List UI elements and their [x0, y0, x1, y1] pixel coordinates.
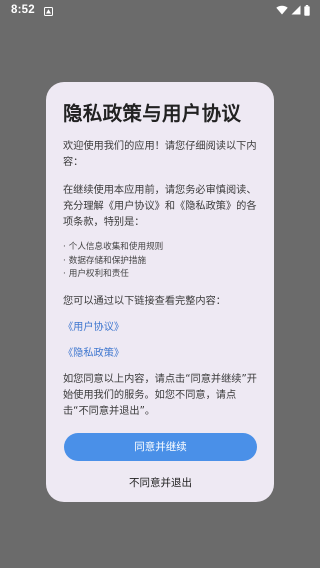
consent-text: 如您同意以上内容，请点击“同意并继续”开始使用我们的服务。如您不同意，请点击“不… — [63, 373, 257, 417]
privacy-policy-link[interactable]: 《隐私政策》 — [63, 346, 258, 362]
signal-icon — [291, 5, 301, 15]
bullet-dot: · — [63, 255, 66, 266]
terms-intro-text: 在继续使用本应用前，请您务必审慎阅读、充分理解《用户协议》和《隐私政策》的各项条… — [63, 185, 257, 228]
terms-highlights-list: · 个人信息收集和使用规则 · 数据存储和保护措施 · 用户权利和责任 — [63, 241, 258, 282]
dialog-title: 隐私政策与用户协议 — [63, 102, 242, 125]
status-indicators — [276, 4, 310, 16]
battery-icon — [304, 4, 310, 16]
link-hint-text: 您可以通过以下链接查看完整内容： — [63, 295, 226, 307]
status-bar: 8:52 — [0, 0, 320, 20]
status-time: 8:52 — [11, 4, 35, 16]
agree-continue-button[interactable]: 同意并继续 — [64, 432, 257, 461]
privacy-dialog: 隐私政策与用户协议 欢迎使用我们的应用！请您仔细阅读以下内容： 在继续使用本应用… — [46, 82, 274, 502]
list-item-text: 个人信息收集和使用规则 — [68, 242, 164, 252]
list-item: · 用户权利和责任 — [63, 268, 258, 282]
list-item: · 数据存储和保护措施 — [63, 255, 258, 269]
intro-text: 欢迎使用我们的应用！请您仔细阅读以下内容： — [63, 141, 257, 168]
wifi-icon — [276, 5, 288, 15]
bullet-dot: · — [63, 242, 66, 252]
list-item-text: 用户权利和责任 — [68, 269, 129, 279]
list-item-text: 数据存储和保护措施 — [68, 255, 147, 266]
user-agreement-link[interactable]: 《用户协议》 — [63, 320, 258, 336]
disagree-exit-button[interactable]: 不同意并退出 — [64, 475, 257, 491]
bullet-dot: · — [63, 269, 66, 279]
list-item: · 个人信息收集和使用规则 — [63, 241, 258, 255]
notification-icon — [43, 6, 53, 16]
